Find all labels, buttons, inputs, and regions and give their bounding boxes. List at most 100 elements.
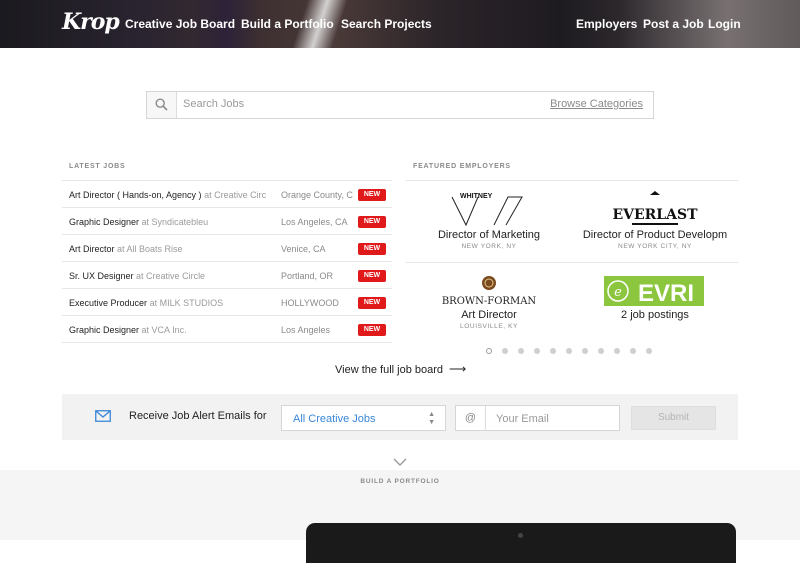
brown-forman-logo-text: BROWN-FORMAN xyxy=(442,296,537,307)
job-title: Graphic Designer at VCA Inc. xyxy=(69,325,272,335)
nav-search-projects[interactable]: Search Projects xyxy=(341,17,432,31)
pager-dot-11[interactable] xyxy=(646,348,652,354)
job-title: Art Director ( Hands-on, Agency ) at Cre… xyxy=(69,190,272,200)
tablet-device-image xyxy=(306,523,736,563)
job-row[interactable]: Executive Producer at MILK STUDIOS HOLLY… xyxy=(62,289,392,316)
evri-logo: e EVRI xyxy=(604,276,704,307)
employer-card-evri[interactable]: e EVRI 2 job postings xyxy=(572,275,738,321)
job-row[interactable]: Graphic Designer at Syndicatebleu Los An… xyxy=(62,208,392,235)
job-location: Orange County, C xyxy=(281,190,353,200)
job-title-text: Graphic Designer xyxy=(69,325,140,335)
search-icon xyxy=(155,98,168,111)
job-company: at Creative Circle xyxy=(136,271,206,281)
whitney-logo: WHITNEY xyxy=(451,193,523,227)
job-title-text: Art Director xyxy=(69,244,115,254)
employer-city: NEW YORK CITY, NY xyxy=(618,243,692,250)
nav-build-portfolio[interactable]: Build a Portfolio xyxy=(241,17,334,31)
pager-dot-3[interactable] xyxy=(518,348,524,354)
employer-card-everlast[interactable]: EVERLAST Director of Product Developm NE… xyxy=(572,189,738,250)
at-sign-icon: @ xyxy=(456,406,486,430)
job-title: Executive Producer at MILK STUDIOS xyxy=(69,298,272,308)
nav-login[interactable]: Login xyxy=(708,17,741,31)
job-location: HOLLYWOOD xyxy=(281,298,339,308)
employer-role: Art Director xyxy=(461,309,517,321)
employer-row-divider xyxy=(406,262,738,263)
job-search-bar: Search Jobs Browse Categories xyxy=(146,91,654,119)
pager-dot-7[interactable] xyxy=(582,348,588,354)
job-category-value: All Creative Jobs xyxy=(293,413,376,425)
new-badge: NEW xyxy=(358,324,386,336)
featured-employers-title: FEATURED EMPLOYERS xyxy=(413,163,511,170)
job-title-text: Art Director ( Hands-on, Agency ) xyxy=(69,190,202,200)
job-company: at Syndicatebleu xyxy=(141,217,209,227)
job-location: Los Angeles, CA xyxy=(281,217,348,227)
new-badge: NEW xyxy=(358,189,386,201)
job-company: at Creative Circ xyxy=(204,190,267,200)
job-company: at VCA Inc. xyxy=(141,325,187,335)
pager-dot-5[interactable] xyxy=(550,348,556,354)
employer-card-brown-forman[interactable]: BROWN-FORMAN Art Director LOUISVILLE, KY xyxy=(406,275,572,330)
job-title-text: Executive Producer xyxy=(69,298,148,308)
browse-categories-link[interactable]: Browse Categories xyxy=(550,98,643,110)
select-caret-icon: ▲ ▼ xyxy=(428,411,435,426)
pager-dot-8[interactable] xyxy=(598,348,604,354)
site-header: Krop Creative Job Board Build a Portfoli… xyxy=(0,0,800,48)
new-badge: NEW xyxy=(358,297,386,309)
job-location: Los Angeles xyxy=(281,325,331,335)
featured-employers-grid: WHITNEY Director of Marketing NEW YORK, … xyxy=(406,180,738,345)
new-badge: NEW xyxy=(358,270,386,282)
job-title-text: Sr. UX Designer xyxy=(69,271,134,281)
job-title: Graphic Designer at Syndicatebleu xyxy=(69,217,272,227)
chevron-down-icon[interactable] xyxy=(390,452,410,472)
employer-city: NEW YORK, NY xyxy=(461,243,517,250)
pager-dot-10[interactable] xyxy=(630,348,636,354)
job-title: Sr. UX Designer at Creative Circle xyxy=(69,271,272,281)
email-field[interactable]: @ Your Email xyxy=(455,405,620,431)
submit-button[interactable]: Submit xyxy=(631,406,716,430)
latest-jobs-list: Art Director ( Hands-on, Agency ) at Cre… xyxy=(62,180,392,343)
nav-post-a-job[interactable]: Post a Job xyxy=(643,17,704,31)
everlast-logo-text: EVERLAST xyxy=(612,207,698,223)
nav-creative-job-board[interactable]: Creative Job Board xyxy=(125,17,235,31)
pager-dot-6[interactable] xyxy=(566,348,572,354)
employer-city: LOUISVILLE, KY xyxy=(460,323,518,330)
arrow-right-icon: ⟶ xyxy=(449,362,467,376)
search-button[interactable] xyxy=(147,92,177,118)
build-portfolio-label: BUILD A PORTFOLIO xyxy=(360,478,440,485)
everlast-logo: EVERLAST xyxy=(612,191,698,225)
employer-postings: 2 job postings xyxy=(621,309,689,321)
job-row[interactable]: Art Director at All Boats Rise Venice, C… xyxy=(62,235,392,262)
nav-employers[interactable]: Employers xyxy=(576,17,637,31)
job-title: Art Director at All Boats Rise xyxy=(69,244,272,254)
pager-dot-4[interactable] xyxy=(534,348,540,354)
job-company: at All Boats Rise xyxy=(117,244,183,254)
job-row[interactable]: Sr. UX Designer at Creative Circle Portl… xyxy=(62,262,392,289)
job-row[interactable]: Graphic Designer at VCA Inc. Los Angeles… xyxy=(62,316,392,343)
tablet-camera xyxy=(518,533,523,538)
pager-dot-9[interactable] xyxy=(614,348,620,354)
brown-forman-logo: BROWN-FORMAN xyxy=(442,276,537,307)
job-location: Venice, CA xyxy=(281,244,326,254)
job-alert-label: Receive Job Alert Emails for xyxy=(129,410,267,422)
krop-logo[interactable]: Krop xyxy=(62,9,120,35)
job-company: at MILK STUDIOS xyxy=(149,298,224,308)
employer-card-whitney[interactable]: WHITNEY Director of Marketing NEW YORK, … xyxy=(406,189,572,250)
job-category-select[interactable]: All Creative Jobs ▲ ▼ xyxy=(281,405,446,431)
latest-jobs-title: LATEST JOBS xyxy=(69,163,126,170)
pager-dot-1[interactable] xyxy=(486,348,492,354)
mail-icon xyxy=(95,410,111,422)
employer-role: Director of Marketing xyxy=(437,229,541,241)
employer-role: Director of Product Developm xyxy=(582,229,728,241)
job-row[interactable]: Art Director ( Hands-on, Agency ) at Cre… xyxy=(62,181,392,208)
email-input[interactable]: Your Email xyxy=(496,413,549,425)
pager-dot-2[interactable] xyxy=(502,348,508,354)
view-full-job-board-text: View the full job board xyxy=(335,364,444,376)
evri-logo-text: EVRI xyxy=(638,280,694,307)
new-badge: NEW xyxy=(358,243,386,255)
job-alert-bar: Receive Job Alert Emails for All Creativ… xyxy=(62,394,738,440)
search-input[interactable]: Search Jobs xyxy=(183,98,244,110)
whitney-logo-text: WHITNEY xyxy=(460,193,493,200)
job-title-text: Graphic Designer xyxy=(69,217,140,227)
view-full-job-board-link[interactable]: View the full job board ⟶ xyxy=(335,362,466,376)
job-location: Portland, OR xyxy=(281,271,334,281)
